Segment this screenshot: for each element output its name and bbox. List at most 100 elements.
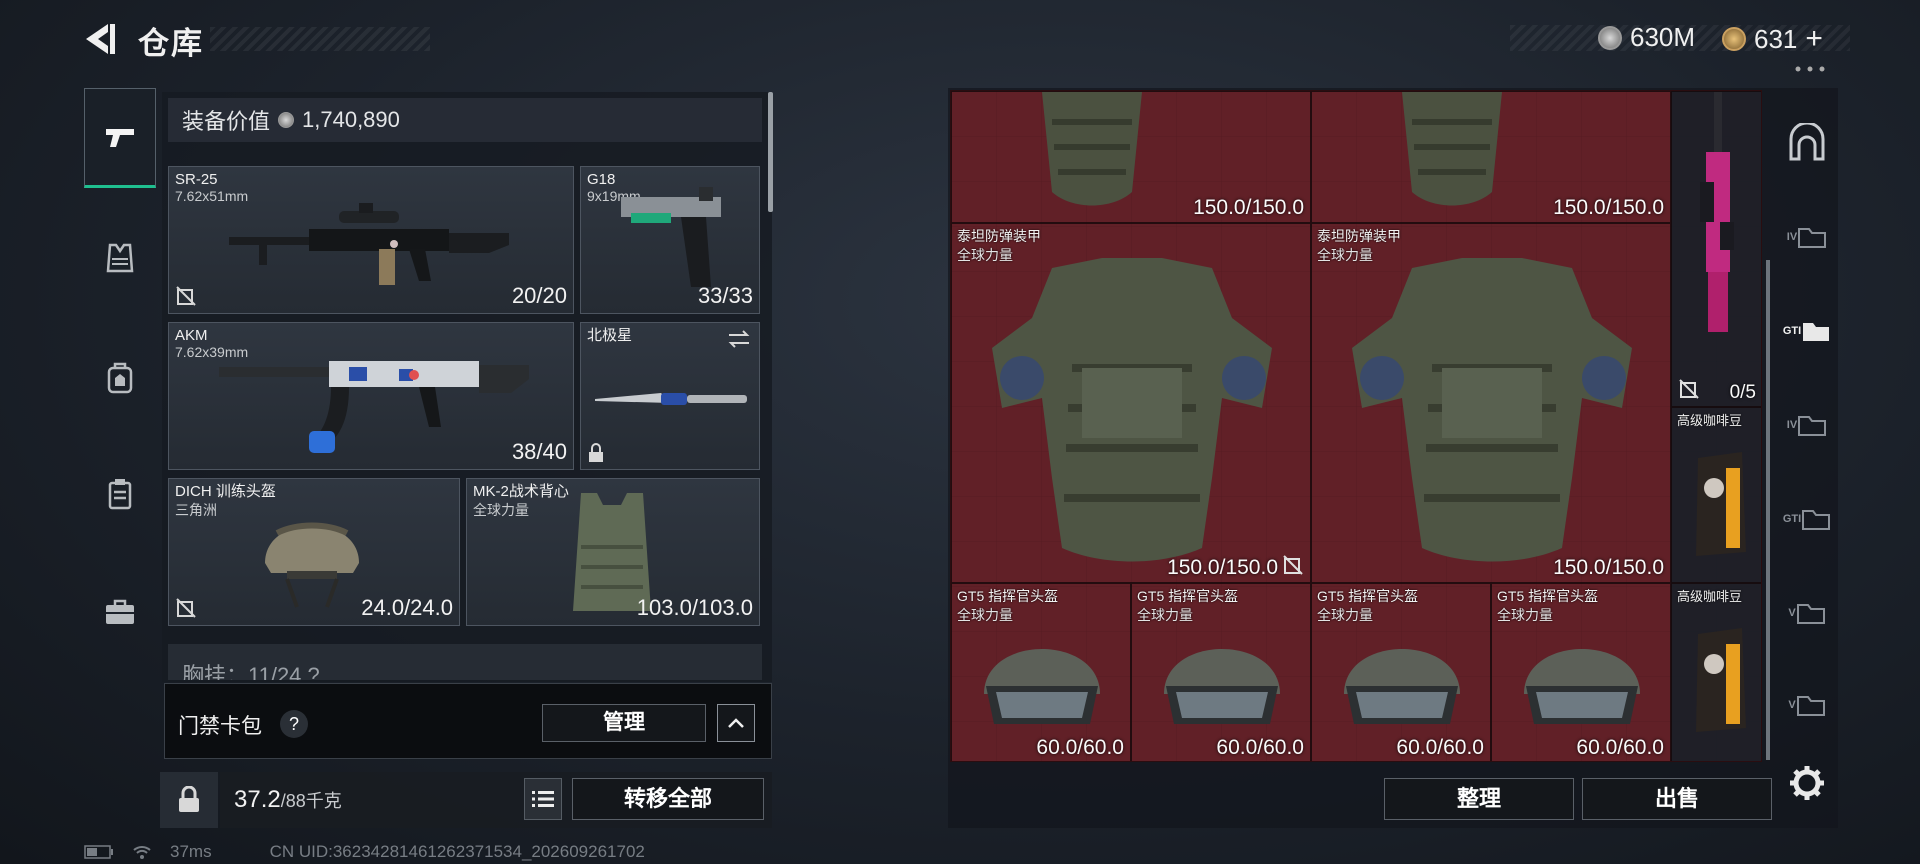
chevron-up-icon	[728, 718, 744, 728]
wifi-icon	[133, 846, 151, 859]
folder-icon	[1796, 604, 1825, 624]
manage-button[interactable]: 管理	[542, 704, 706, 742]
stash-item-armor[interactable]: 150.0/150.0	[1311, 91, 1671, 223]
durability: 60.0/60.0	[1396, 736, 1484, 759]
gt5-helmet-image	[984, 649, 1100, 724]
item-name: GT5 指挥官头盔	[1137, 588, 1239, 604]
akm-rifle-image	[219, 361, 529, 453]
list-view-button[interactable]	[524, 778, 562, 820]
stash-tab-main[interactable]	[1782, 118, 1832, 168]
briefcase-icon	[106, 599, 134, 624]
stash-scrollbar[interactable]	[1766, 260, 1770, 760]
settings-button[interactable]	[1782, 758, 1832, 808]
folder-icon	[1798, 416, 1827, 436]
slot-armor[interactable]: MK-2战术背心 全球力量 103.0/103.0	[466, 478, 760, 626]
stash-item-titan-armor[interactable]: 泰坦防弹装甲 全球力量 150.0/150.0	[1311, 223, 1671, 583]
loadout-scrollbar[interactable]	[768, 92, 773, 212]
help-icon[interactable]: ?	[280, 710, 308, 738]
back-button[interactable]	[80, 20, 118, 58]
stash-item-armor[interactable]: 150.0/150.0	[951, 91, 1311, 223]
item-brand: 全球力量	[473, 502, 529, 518]
access-card-label: 门禁卡包	[178, 715, 262, 738]
menu-button[interactable]	[1790, 60, 1830, 78]
collapse-button[interactable]	[717, 704, 755, 742]
stash-item-rifle[interactable]: 0/5	[1671, 91, 1761, 407]
item-name: 泰坦防弹装甲	[1317, 228, 1401, 244]
helmet-image	[265, 522, 359, 608]
stash-item-gt5-helmet[interactable]: GT5 指挥官头盔 全球力量 60.0/60.0	[951, 583, 1131, 761]
slot-secondary-weapon[interactable]: AKM 7.62x39mm 38/40	[168, 322, 574, 470]
slot-primary-weapon[interactable]: SR-25 7.62x51mm 20/20	[168, 166, 574, 314]
carry-weight-current: 37.2	[234, 786, 281, 813]
gold-coin-icon	[1722, 27, 1746, 51]
durability: 60.0/60.0	[1216, 736, 1304, 759]
tab-weapons[interactable]	[84, 88, 156, 188]
tab-chest-rig[interactable]	[84, 444, 156, 544]
knife-image	[595, 393, 747, 405]
not-insured-icon	[1679, 379, 1699, 399]
g18-pistol-image	[621, 187, 721, 287]
add-currency-button[interactable]: +	[1805, 22, 1823, 56]
slot-helmet[interactable]: DICH 训练头盔 三角洲 24.0/24.0	[168, 478, 460, 626]
gt5-helmet-image	[1164, 649, 1280, 724]
stash-item-gt5-helmet[interactable]: GT5 指挥官头盔 全球力量 60.0/60.0	[1491, 583, 1671, 761]
stash-tab-4[interactable]: GTI	[1782, 494, 1832, 544]
stash-tab-6[interactable]: V	[1782, 680, 1832, 730]
list-icon	[532, 791, 554, 807]
menu-icon	[1795, 66, 1825, 72]
item-brand: 三角洲	[175, 502, 217, 518]
stash-tab-label: V	[1788, 607, 1796, 619]
currency-silver: 630M	[1598, 22, 1695, 53]
sort-button[interactable]: 整理	[1384, 778, 1574, 820]
transfer-all-button[interactable]: 转移全部	[572, 778, 764, 820]
stash-item-coffee-beans[interactable]: 高级咖啡豆	[1671, 583, 1761, 761]
tab-backpack[interactable]	[84, 328, 156, 428]
durability: 24.0/24.0	[361, 595, 453, 620]
item-name: MK-2战术背心	[473, 483, 569, 500]
stash-tab-3[interactable]: IV	[1782, 400, 1832, 450]
stash-tab-label: V	[1788, 699, 1796, 711]
durability: 150.0/150.0	[1553, 556, 1664, 579]
uid-text: CN UID:3623428146126237​1534_20260926170…	[269, 842, 645, 861]
silver-coin-icon	[278, 112, 295, 128]
stash-item-coffee-beans[interactable]: 高级咖啡豆	[1671, 407, 1761, 583]
backpack-icon	[107, 362, 133, 394]
status-bar: 37ms CN UID:3623428146126237​1534_202609…	[84, 842, 645, 862]
durability: 60.0/60.0	[1576, 736, 1664, 759]
sell-button[interactable]: 出售	[1582, 778, 1772, 820]
tab-case[interactable]	[84, 562, 156, 662]
durability: 103.0/103.0	[636, 595, 753, 620]
stash-tab-2[interactable]: GTI	[1782, 306, 1832, 356]
coffee-bag-image	[1696, 452, 1746, 556]
gear-icon	[1790, 766, 1824, 800]
stash-item-gt5-helmet[interactable]: GT5 指挥官头盔 全球力量 60.0/60.0	[1131, 583, 1311, 761]
ping-value: 37ms	[170, 842, 212, 861]
stash-tab-label: IV	[1786, 419, 1798, 431]
swap-icon[interactable]	[727, 329, 751, 349]
chest-rig-row[interactable]: 胸挂：11/24 ?	[168, 644, 762, 680]
arch-icon	[1789, 123, 1825, 161]
slot-sidearm[interactable]: G18 9x19mm 33/33	[580, 166, 760, 314]
slot-melee[interactable]: 北极星	[580, 322, 760, 470]
pistol-icon	[106, 129, 134, 147]
ammo-count: 33/33	[697, 283, 753, 308]
coffee-bag-image	[1696, 628, 1746, 732]
folder-icon	[1803, 323, 1830, 341]
stash-item-gt5-helmet[interactable]: GT5 指挥官头盔 全球力量 60.0/60.0	[1311, 583, 1491, 761]
lock-icon	[589, 443, 603, 462]
stash-tab-label: GTI	[1782, 325, 1802, 337]
currency-gold: 631 +	[1722, 22, 1823, 56]
stash-tab-5[interactable]: V	[1782, 588, 1832, 638]
titan-armor-image	[992, 258, 1272, 562]
stash-tab-label: GTI	[1782, 513, 1802, 525]
durability: 150.0/150.0	[1193, 196, 1304, 219]
tab-armor[interactable]	[84, 208, 156, 308]
item-name: 北极星	[587, 327, 633, 344]
item-name: GT5 指挥官头盔	[1497, 588, 1599, 604]
weight-lock[interactable]	[160, 772, 218, 828]
stash-tab-1[interactable]: IV	[1782, 212, 1832, 262]
stash-item-titan-armor[interactable]: 泰坦防弹装甲 全球力量 150.0/150.0	[951, 223, 1311, 583]
not-insured-icon	[1283, 555, 1303, 575]
item-name: 泰坦防弹装甲	[957, 228, 1041, 244]
currency-silver-value: 630M	[1630, 22, 1696, 52]
